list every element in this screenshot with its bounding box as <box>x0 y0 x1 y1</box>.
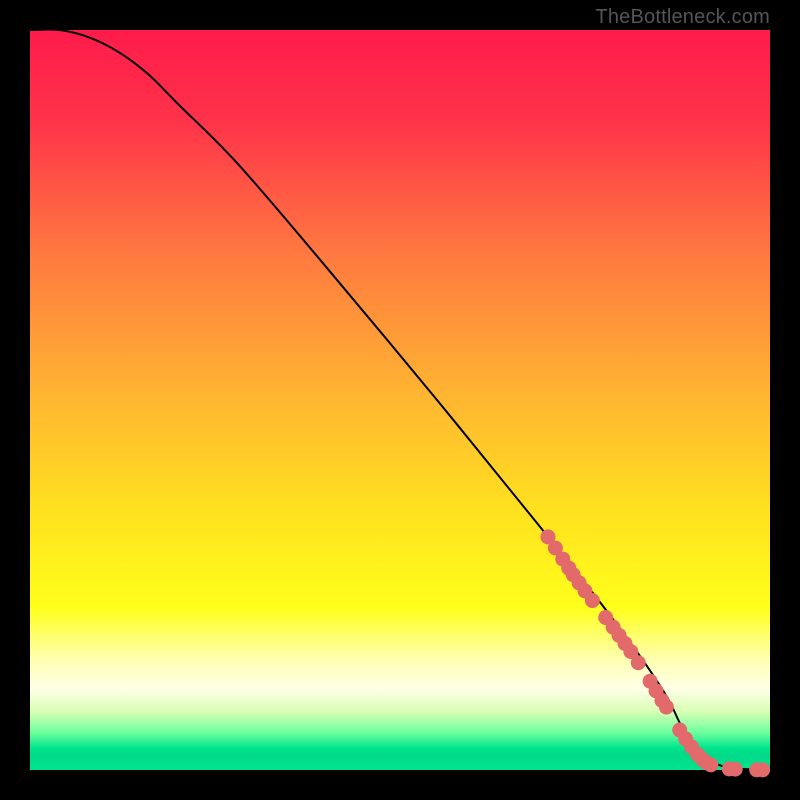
data-point <box>755 762 770 777</box>
chart-stage: TheBottleneck.com <box>0 0 800 800</box>
chart-overlay <box>30 30 770 770</box>
plot-area <box>30 30 770 770</box>
data-point <box>585 593 600 608</box>
data-point <box>703 757 718 772</box>
data-point <box>631 655 646 670</box>
curve-line <box>30 29 770 770</box>
data-point <box>659 700 674 715</box>
data-point <box>728 762 743 777</box>
data-points <box>541 529 771 777</box>
attribution-text: TheBottleneck.com <box>595 6 770 29</box>
